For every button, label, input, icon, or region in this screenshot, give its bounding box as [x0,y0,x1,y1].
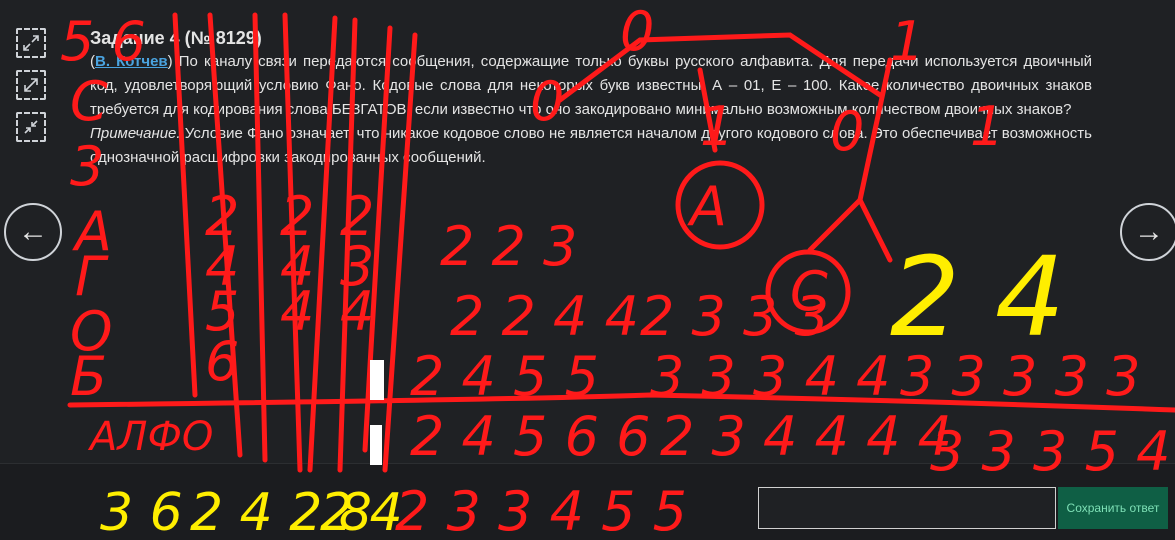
save-answer-button[interactable]: Сохранить ответ [1058,487,1168,529]
svg-text:2 3 4 4 4 4: 2 3 4 4 4 4 [660,405,952,468]
task-note: Примечание. Условие Фано означает, что н… [90,122,1092,170]
svg-text:4: 4 [205,235,239,298]
svg-text:Γ: Γ [75,245,109,308]
svg-text:2 4: 2 4 [890,233,1065,361]
svg-text:6: 6 [205,330,239,393]
svg-text:A: A [687,175,727,238]
arrow-right-icon: → [1134,215,1164,248]
task-panel: Задание 4 (№ 8129) (В. Котчев) По каналу… [90,26,1092,170]
svg-text:2: 2 [280,185,314,248]
note-text: Условие Фано означает, что никакое кодов… [90,125,1092,166]
svg-text:O: O [70,300,113,363]
svg-text:Б: Б [70,345,107,408]
task-text: (В. Котчев) По каналу связи передаются с… [90,53,1092,118]
svg-text:3: 3 [340,235,374,298]
svg-text:2: 2 [205,185,239,248]
svg-text:3 3 3 3 3: 3 3 3 3 3 [900,345,1140,408]
tool-panel [16,28,48,154]
svg-text:4: 4 [280,235,314,298]
expand-icon [23,35,39,51]
resize-tool[interactable] [16,70,46,100]
svg-text:3 3 3 4 4: 3 3 3 4 4 [650,345,890,408]
expand-tool[interactable] [16,28,46,58]
svg-text:2 4 5 5: 2 4 5 5 [410,345,599,408]
svg-text:5: 5 [205,280,239,343]
svg-text:2: 2 [340,185,374,248]
svg-text:C: C [790,260,828,323]
svg-text:АЛФО: АЛФО [87,414,213,460]
answer-input[interactable] [758,487,1056,529]
collapse-icon [24,120,38,134]
svg-text:4: 4 [340,280,374,343]
svg-text:2 2 3: 2 2 3 [440,215,577,278]
task-title: Задание 4 (№ 8129) [90,28,262,48]
svg-text:2 3 3 3: 2 3 3 3 [640,285,829,348]
collapse-tool[interactable] [16,112,46,142]
svg-text:4: 4 [280,280,314,343]
next-task-button[interactable]: → [1120,203,1175,261]
resize-diagonal-icon [24,78,38,92]
svg-text:A: A [72,200,112,263]
svg-text:2 4 5 6 6: 2 4 5 6 6 [410,405,650,468]
note-label: Примечание. [90,125,181,142]
author-link[interactable]: В. Котчев [95,53,168,70]
prev-task-button[interactable]: ← [4,203,62,261]
svg-text:2 2 4 4: 2 2 4 4 [450,285,639,348]
arrow-left-icon: ← [18,215,48,248]
